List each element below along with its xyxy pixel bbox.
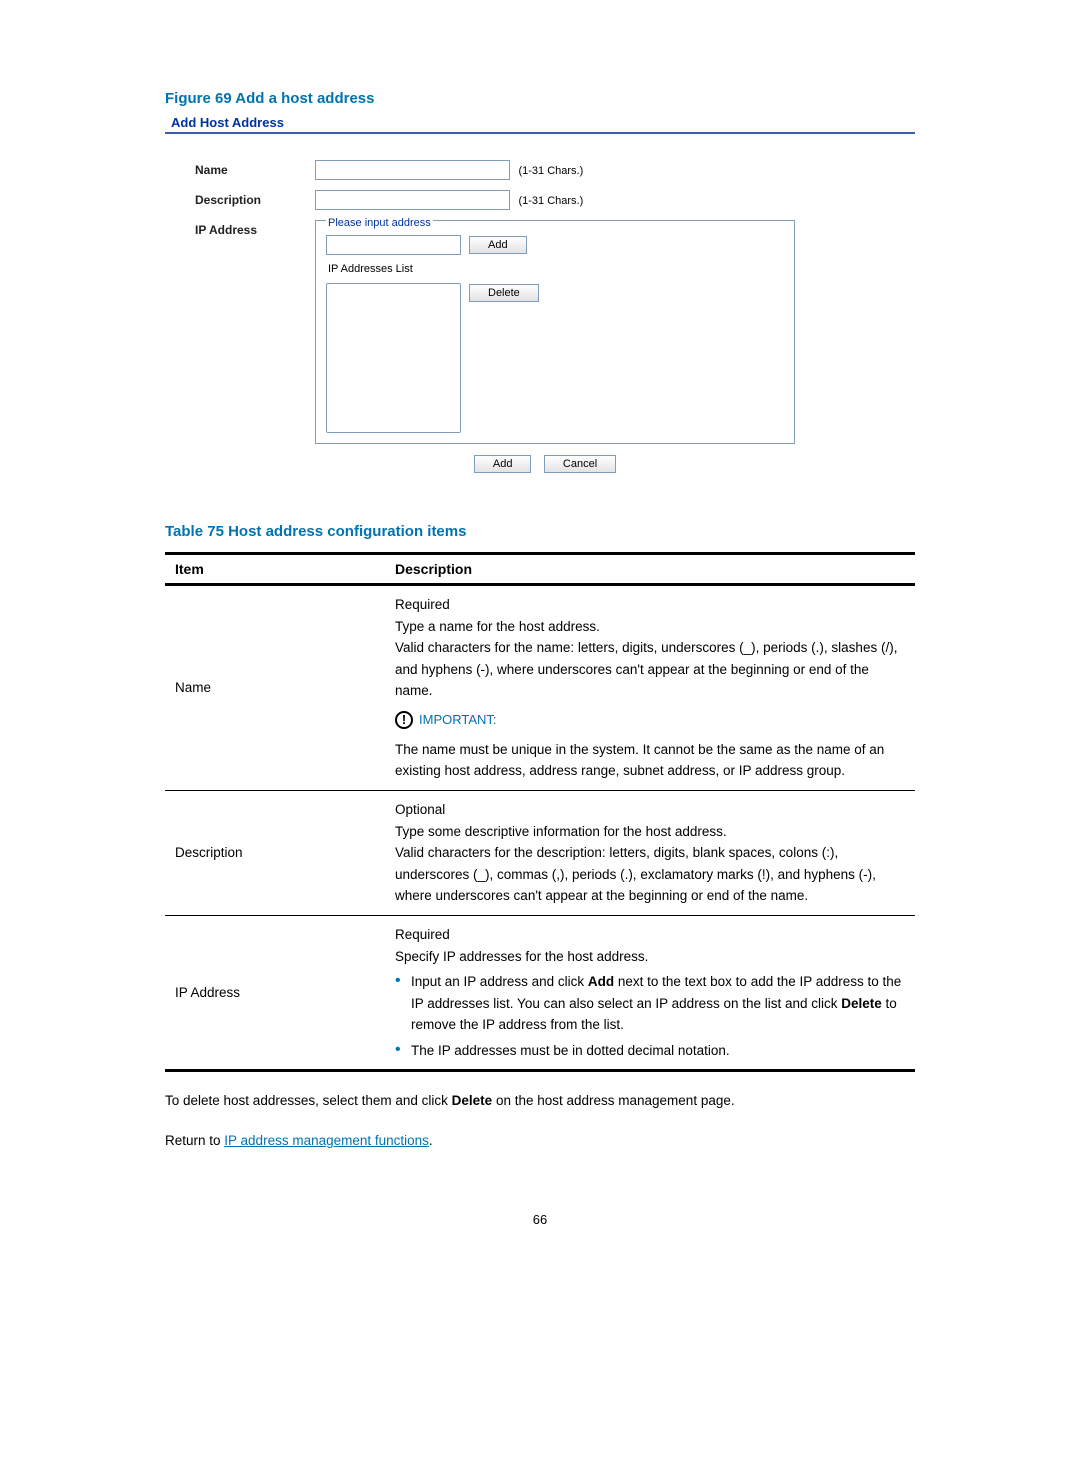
- screenshot-panel: Add Host Address Name (1-31 Chars.) Desc…: [165, 115, 915, 483]
- panel-title: Add Host Address: [171, 115, 915, 130]
- fieldset-legend-input: Please input address: [326, 217, 433, 229]
- text: Type some descriptive information for th…: [395, 821, 905, 843]
- table-row: IP Address Required Specify IP addresses…: [165, 915, 915, 1071]
- description-row: Description (1-31 Chars.): [195, 190, 895, 210]
- ip-address-label: IP Address: [195, 220, 315, 237]
- form-area: Name (1-31 Chars.) Description (1-31 Cha…: [165, 150, 915, 483]
- ip-input[interactable]: [326, 235, 461, 255]
- important-icon: !: [395, 711, 413, 729]
- bullet-list: Input an IP address and click Add next t…: [395, 971, 905, 1061]
- divider: [165, 132, 915, 134]
- text: .: [429, 1133, 433, 1148]
- delete-ip-button[interactable]: Delete: [469, 284, 539, 302]
- th-item: Item: [165, 554, 385, 585]
- list-item: The IP addresses must be in dotted decim…: [395, 1040, 905, 1062]
- list-item: Input an IP address and click Add next t…: [395, 971, 905, 1036]
- text: Required: [395, 594, 905, 616]
- name-row: Name (1-31 Chars.): [195, 160, 895, 180]
- cell-desc-ip: Required Specify IP addresses for the ho…: [385, 915, 915, 1071]
- important-label: IMPORTANT:: [419, 710, 497, 731]
- footer-paragraph-1: To delete host addresses, select them an…: [165, 1090, 915, 1112]
- text: Valid characters for the description: le…: [395, 842, 905, 907]
- table-row: Description Optional Type some descripti…: [165, 790, 915, 915]
- text: Return to: [165, 1133, 224, 1148]
- figure-caption: Figure 69 Add a host address: [165, 90, 915, 107]
- cancel-button[interactable]: Cancel: [544, 455, 616, 473]
- bold-text: Delete: [452, 1093, 493, 1108]
- th-description: Description: [385, 554, 915, 585]
- description-input[interactable]: [315, 190, 510, 210]
- add-ip-button[interactable]: Add: [469, 236, 527, 254]
- table-caption: Table 75 Host address configuration item…: [165, 523, 915, 540]
- fieldset-legend-list: IP Addresses List: [326, 263, 415, 275]
- name-hint: (1-31 Chars.): [518, 165, 583, 177]
- config-table: Item Description Name Required Type a na…: [165, 552, 915, 1072]
- ip-addresses-list[interactable]: [326, 283, 461, 433]
- table-row: Name Required Type a name for the host a…: [165, 585, 915, 791]
- footer-paragraph-2: Return to IP address management function…: [165, 1130, 915, 1152]
- page-number: 66: [165, 1212, 915, 1227]
- bold-text: Add: [588, 974, 614, 989]
- text: Optional: [395, 799, 905, 821]
- text: To delete host addresses, select them an…: [165, 1093, 452, 1108]
- text: Required: [395, 924, 905, 946]
- cell-item-name: Name: [165, 585, 385, 791]
- ip-address-row: IP Address Please input address Add IP A…: [195, 220, 895, 444]
- description-label: Description: [195, 190, 315, 207]
- ip-fieldset: Please input address Add IP Addresses Li…: [315, 220, 795, 444]
- cell-desc-description: Optional Type some descriptive informati…: [385, 790, 915, 915]
- name-input[interactable]: [315, 160, 510, 180]
- text: Input an IP address and click: [411, 974, 588, 989]
- cell-desc-name: Required Type a name for the host addres…: [385, 585, 915, 791]
- text: on the host address management page.: [492, 1093, 734, 1108]
- text: The name must be unique in the system. I…: [395, 739, 905, 782]
- text: Type a name for the host address.: [395, 616, 905, 638]
- ip-mgmt-link[interactable]: IP address management functions: [224, 1133, 429, 1148]
- text: Specify IP addresses for the host addres…: [395, 946, 905, 968]
- name-label: Name: [195, 160, 315, 177]
- cell-item-ip: IP Address: [165, 915, 385, 1071]
- bold-text: Delete: [841, 996, 882, 1011]
- text: Valid characters for the name: letters, …: [395, 637, 905, 702]
- cell-item-description: Description: [165, 790, 385, 915]
- important-callout: ! IMPORTANT:: [395, 710, 905, 731]
- description-hint: (1-31 Chars.): [518, 195, 583, 207]
- add-button[interactable]: Add: [474, 455, 532, 473]
- bottom-button-row: Add Cancel: [195, 454, 895, 473]
